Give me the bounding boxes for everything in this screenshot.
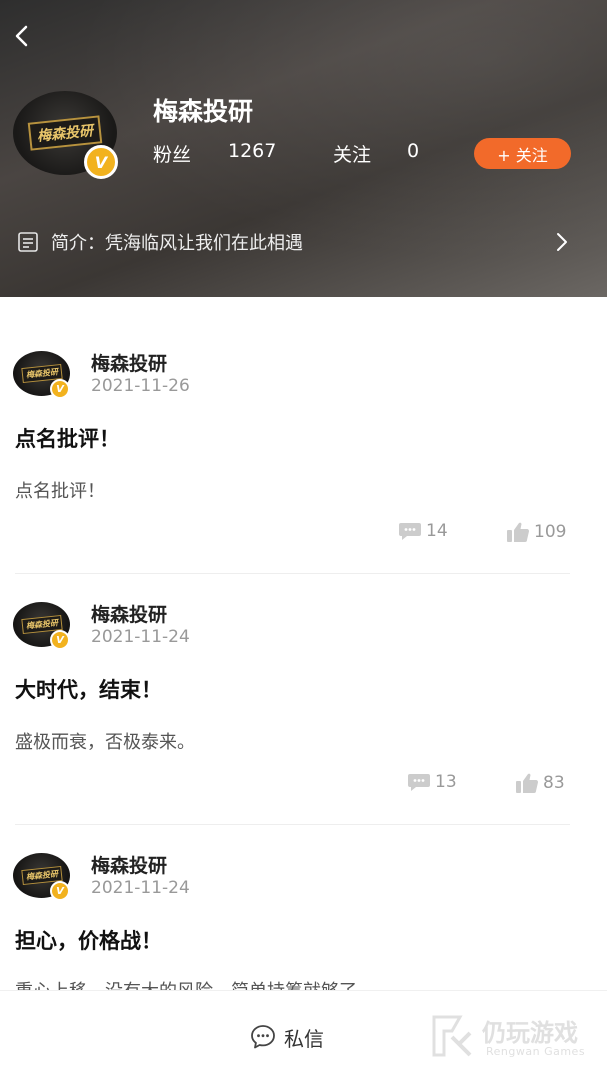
- profile-header: 梅森投研 V 梅森投研 粉丝 1267 关注 0 + 关注 简介： 凭海临风让我…: [0, 0, 607, 297]
- like-count-value: 109: [534, 522, 567, 542]
- intro-row[interactable]: 简介： 凭海临风让我们在此相遇: [17, 228, 577, 256]
- post-body: 点名批评！: [15, 481, 105, 502]
- watermark-logo-icon: [432, 1015, 472, 1057]
- fans-label: 粉丝: [153, 144, 192, 166]
- bottom-bar: 私信 仍玩游戏 Rengwan Games: [0, 990, 607, 1080]
- watermark-text: 仍玩游戏: [482, 1019, 578, 1047]
- comment-count[interactable]: 14: [398, 521, 448, 541]
- like-count-value: 83: [543, 773, 565, 793]
- message-label: 私信: [284, 1026, 324, 1051]
- following-label: 关注: [333, 144, 372, 166]
- verified-badge-icon: V: [50, 630, 70, 650]
- intro-text: 凭海临风让我们在此相遇: [105, 233, 303, 254]
- verified-badge-icon: V: [50, 379, 70, 399]
- comment-count[interactable]: 13: [407, 772, 457, 792]
- following-count: 0: [407, 140, 420, 162]
- divider: [15, 824, 570, 825]
- avatar-plate: 梅森投研: [27, 115, 103, 151]
- document-icon: [18, 232, 38, 252]
- post-body: 盛极而衰，否极泰来。: [15, 732, 195, 753]
- post-title: 大时代，结束！: [15, 678, 162, 702]
- intro-label: 简介：: [51, 233, 105, 254]
- post-title: 点名批评！: [15, 427, 120, 451]
- follow-button[interactable]: + 关注: [474, 138, 571, 169]
- chevron-right-icon: [557, 233, 567, 251]
- verified-badge-icon: V: [84, 145, 118, 179]
- watermark: 仍玩游戏 Rengwan Games: [430, 1013, 600, 1063]
- comment-icon: [399, 523, 421, 540]
- thumbs-up-icon: [516, 773, 539, 793]
- post-title: 担心，价格战！: [15, 929, 162, 953]
- post-date: 2021-11-24: [91, 627, 190, 647]
- divider: [15, 573, 570, 574]
- back-button[interactable]: [8, 20, 36, 52]
- like-count[interactable]: 83: [515, 772, 565, 794]
- chevron-left-icon: [15, 25, 28, 47]
- message-button[interactable]: 私信: [250, 1021, 324, 1053]
- thumbs-up-icon: [507, 522, 530, 542]
- profile-name: 梅森投研: [153, 97, 254, 126]
- comment-icon: [408, 774, 430, 791]
- post-author: 梅森投研: [91, 604, 168, 626]
- watermark-subtext: Rengwan Games: [486, 1045, 586, 1058]
- verified-badge-icon: V: [50, 881, 70, 901]
- post-author: 梅森投研: [91, 353, 168, 375]
- like-count[interactable]: 109: [506, 521, 566, 543]
- comment-count-value: 14: [426, 521, 448, 541]
- comment-count-value: 13: [435, 772, 457, 792]
- chat-bubble-icon: [251, 1025, 275, 1049]
- post-date: 2021-11-24: [91, 878, 190, 898]
- fans-count: 1267: [228, 140, 277, 162]
- post-author: 梅森投研: [91, 855, 168, 877]
- post-date: 2021-11-26: [91, 376, 190, 396]
